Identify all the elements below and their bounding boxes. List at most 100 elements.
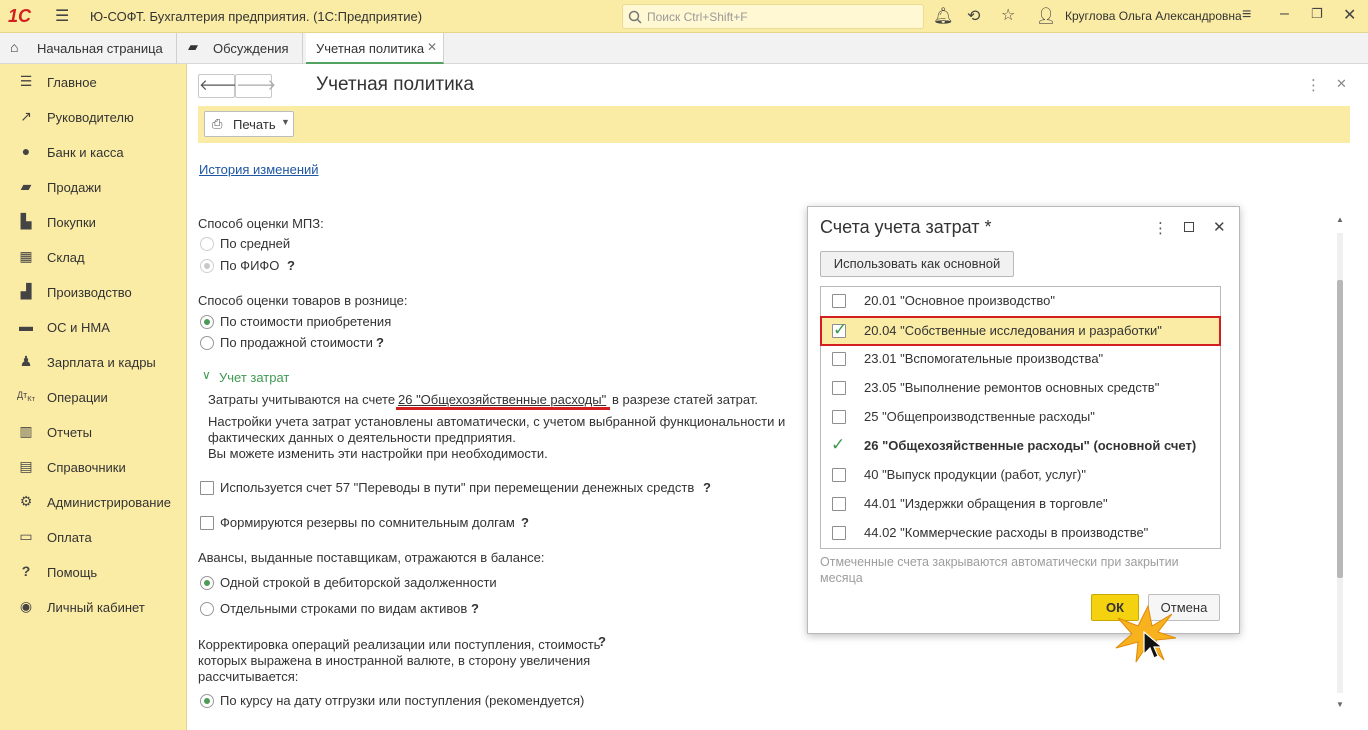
list-item[interactable]: ✓ 20.04 "Собственные исследования и разр…	[820, 316, 1221, 346]
dialog-maximize-icon[interactable]	[1184, 222, 1194, 232]
account-checkbox[interactable]	[832, 352, 846, 366]
help-icon[interactable]: ?	[471, 601, 479, 616]
mpz-average-radio[interactable]	[200, 237, 214, 251]
cart-icon: ▙	[20, 213, 32, 229]
mpz-fifo-radio[interactable]	[200, 259, 214, 273]
sidebar-item-label: Отчеты	[47, 425, 92, 440]
truck-icon: ▬	[19, 318, 33, 334]
costs-note-1: Настройки учета затрат установлены автом…	[208, 414, 786, 429]
sidebar-item-references[interactable]: ▤ Справочники	[0, 452, 187, 484]
sidebar-item-main[interactable]: ☰ Главное	[0, 67, 187, 99]
account-label: 40 "Выпуск продукции (работ, услуг)"	[864, 467, 1087, 482]
list-item[interactable]: 40 "Выпуск продукции (работ, услуг)"	[821, 461, 1220, 490]
sidebar-item-reports[interactable]: ▥ Отчеты	[0, 417, 187, 449]
account-checkbox[interactable]	[832, 410, 846, 424]
cost-accounts-dialog: Счета учета затрат * ⋮ ✕ Использовать ка…	[807, 206, 1240, 634]
list-item[interactable]: 44.02 "Коммерческие расходы в производст…	[821, 519, 1220, 548]
help-icon[interactable]: ?	[287, 258, 295, 273]
form-close-icon[interactable]: ✕	[1336, 76, 1347, 92]
accounts-list: 20.01 "Основное производство" ✓ 20.04 "С…	[820, 286, 1221, 549]
reserves-checkbox[interactable]	[200, 516, 214, 530]
account-checkbox[interactable]	[832, 468, 846, 482]
tab-close-icon[interactable]: ✕	[427, 40, 437, 54]
list-item[interactable]: 25 "Общепроизводственные расходы"	[821, 403, 1220, 432]
arrow-left-icon: 🡐	[199, 77, 240, 94]
scroll-track[interactable]	[1337, 233, 1343, 693]
chevron-down-icon[interactable]: ∨	[202, 368, 211, 382]
help-icon[interactable]: ?	[376, 335, 384, 350]
costs-note-2: фактических данных о деятельности предпр…	[208, 430, 516, 445]
account-label: 44.01 "Издержки обращения в торговле"	[864, 496, 1108, 511]
sidebar-item-bank[interactable]: ● Банк и касса	[0, 137, 187, 169]
sidebar-item-fixed-assets[interactable]: ▬ ОС и НМА	[0, 312, 187, 344]
help-icon[interactable]: ?	[598, 634, 606, 649]
advances-single-radio[interactable]	[200, 576, 214, 590]
scroll-down-icon[interactable]: ▼	[1336, 700, 1344, 709]
sidebar-item-manager[interactable]: ↗ Руководителю	[0, 102, 187, 134]
print-button[interactable]: ⎙ Печать ▼	[204, 111, 294, 137]
cost-account-link[interactable]: 26 "Общехозяйственные расходы"	[398, 392, 606, 407]
account-label: 25 "Общепроизводственные расходы"	[864, 409, 1095, 424]
account-label: 20.01 "Основное производство"	[864, 293, 1056, 308]
sidebar-item-administration[interactable]: ⚙ Администрирование	[0, 487, 187, 519]
dialog-close-icon[interactable]: ✕	[1213, 218, 1226, 236]
account57-checkbox[interactable]	[200, 481, 214, 495]
sidebar-item-sales[interactable]: ▰ Продажи	[0, 172, 187, 204]
main-menu-icon[interactable]: ☰	[55, 6, 69, 26]
history-link[interactable]: История изменений	[199, 162, 319, 177]
history-icon[interactable]: ⟲	[967, 6, 980, 26]
scroll-thumb[interactable]	[1337, 280, 1343, 578]
mpz-label: Способ оценки МПЗ:	[198, 216, 324, 231]
print-label: Печать	[233, 117, 276, 132]
list-item[interactable]: 44.01 "Издержки обращения в торговле"	[821, 490, 1220, 519]
user-name[interactable]: Круглова Ольга Александровна	[1065, 9, 1242, 23]
scroll-up-icon[interactable]: ▲	[1336, 215, 1344, 224]
help-icon[interactable]: ?	[703, 480, 711, 495]
sidebar-item-salary[interactable]: ♟ Зарплата и кадры	[0, 347, 187, 379]
correction-rate-radio[interactable]	[200, 694, 214, 708]
settings-menu-icon[interactable]: ≡	[1242, 6, 1251, 24]
close-window-icon[interactable]: ✕	[1343, 5, 1356, 25]
dialog-more-icon[interactable]: ⋮	[1153, 219, 1168, 237]
sidebar-item-production[interactable]: ▟ Производство	[0, 277, 187, 309]
list-item[interactable]: ✓ 26 "Общехозяйственные расходы" (основн…	[821, 432, 1220, 461]
tab-bar: ⌂ Начальная страница ▰ Обсуждения Учетна…	[0, 33, 1368, 64]
tab-home[interactable]: ⌂ Начальная страница	[0, 33, 177, 64]
sidebar-item-account[interactable]: ◉ Личный кабинет	[0, 592, 187, 624]
costs-text-before: Затраты учитываются на счете	[208, 392, 396, 407]
sidebar-item-warehouse[interactable]: ▦ Склад	[0, 242, 187, 274]
account-checkbox[interactable]	[832, 294, 846, 308]
back-button[interactable]: 🡐	[198, 74, 239, 98]
list-item[interactable]: 23.01 "Вспомогательные производства"	[821, 345, 1220, 374]
tab-discussions[interactable]: ▰ Обсуждения	[177, 33, 303, 64]
list-item[interactable]: 23.05 "Выполнение ремонтов основных сред…	[821, 374, 1220, 403]
account-checkbox[interactable]	[832, 497, 846, 511]
account-checkbox[interactable]	[832, 526, 846, 540]
list-item[interactable]: 20.01 "Основное производство"	[821, 287, 1220, 316]
minimize-icon[interactable]: –	[1280, 5, 1289, 23]
form-scrollbar[interactable]: ▲ ▼	[1335, 215, 1345, 715]
tab-accounting-policy[interactable]: Учетная политика ✕	[306, 33, 444, 64]
retail-sale-radio[interactable]	[200, 336, 214, 350]
account-checkbox[interactable]	[832, 381, 846, 395]
form-more-icon[interactable]: ⋮	[1306, 76, 1321, 94]
search-input[interactable]: Поиск Ctrl+Shift+F	[622, 4, 924, 29]
sidebar-item-operations[interactable]: ДтКт Операции	[0, 382, 187, 414]
costs-group-title[interactable]: Учет затрат	[219, 370, 289, 385]
forward-button[interactable]: 🡒	[235, 74, 276, 98]
bell-icon[interactable]: 🔔︎	[933, 6, 953, 26]
sidebar-item-purchases[interactable]: ▙ Покупки	[0, 207, 187, 239]
correction-line-1: Корректировка операций реализации или по…	[198, 637, 601, 652]
star-icon[interactable]: ☆	[1001, 5, 1015, 25]
sidebar-item-label: Операции	[47, 390, 108, 405]
help-icon[interactable]: ?	[521, 515, 529, 530]
dt-kt-icon: ДтКт	[17, 390, 36, 403]
advances-separate-radio[interactable]	[200, 602, 214, 616]
use-as-main-button[interactable]: Использовать как основной	[820, 251, 1014, 277]
user-icon[interactable]: 👤︎	[1036, 6, 1056, 26]
sidebar-item-help[interactable]: ? Помощь	[0, 557, 187, 589]
retail-cost-radio[interactable]	[200, 315, 214, 329]
sidebar-item-payment[interactable]: ▭ Оплата	[0, 522, 187, 554]
printer-icon: ⎙	[212, 116, 223, 131]
restore-icon[interactable]: ❐	[1311, 6, 1323, 22]
